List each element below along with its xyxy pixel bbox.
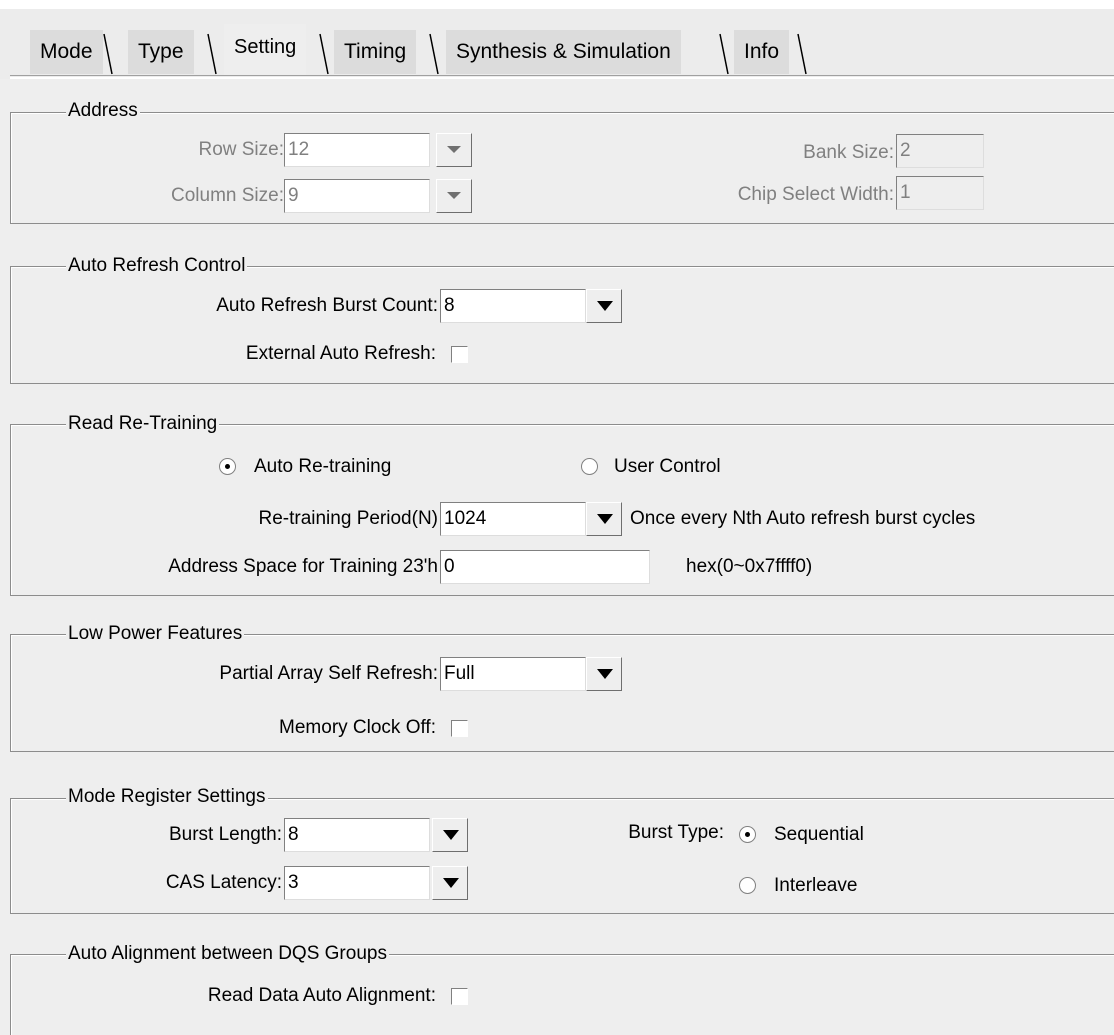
auto-alignment-group-title: Auto Alignment between DQS Groups	[66, 943, 389, 965]
row-size-field[interactable]: 12	[284, 133, 430, 167]
tab-separator	[719, 33, 729, 75]
read-data-auto-alignment-checkbox[interactable]	[451, 988, 468, 1005]
retraining-period-label: Re-training Period(N)	[258, 508, 438, 529]
burst-type-label: Burst Type:	[628, 822, 724, 843]
cas-latency-dropdown-icon[interactable]	[432, 866, 468, 900]
tab-separator	[797, 33, 807, 75]
training-address-note: hex(0~0x7ffff0)	[686, 556, 813, 577]
low-power-group-title: Low Power Features	[66, 623, 245, 645]
chip-select-width-field[interactable]: 1	[896, 176, 984, 210]
burst-count-field[interactable]: 8	[440, 289, 586, 323]
tab-divider	[10, 75, 1114, 76]
pasr-field[interactable]: Full	[440, 657, 586, 691]
tab-mode[interactable]: Mode	[30, 30, 103, 74]
retraining-period-field[interactable]: 1024	[440, 502, 586, 536]
pasr-label: Partial Array Self Refresh:	[219, 663, 438, 684]
interleave-radio[interactable]	[739, 877, 756, 894]
address-group-title: Address	[66, 100, 140, 122]
column-size-field[interactable]: 9	[284, 179, 430, 213]
tab-separator	[429, 33, 439, 75]
external-auto-refresh-label: External Auto Refresh:	[245, 343, 436, 364]
cas-latency-field[interactable]: 3	[284, 866, 430, 900]
tab-divider-highlight	[10, 77, 1114, 79]
auto-refresh-group-title: Auto Refresh Control	[66, 255, 248, 277]
top-band	[0, 0, 1114, 9]
interleave-label: Interleave	[774, 875, 858, 896]
user-control-radio[interactable]	[581, 458, 598, 475]
tab-separator	[207, 33, 217, 75]
tab-info[interactable]: Info	[734, 30, 790, 74]
burst-count-label: Auto Refresh Burst Count:	[216, 295, 438, 316]
burst-count-dropdown-icon[interactable]	[586, 289, 622, 323]
auto-retraining-label: Auto Re-training	[254, 456, 392, 477]
cas-latency-label: CAS Latency:	[165, 872, 282, 893]
retraining-period-dropdown-icon[interactable]	[586, 502, 622, 536]
burst-length-label: Burst Length:	[168, 824, 282, 845]
column-size-label: Column Size:	[171, 185, 284, 206]
tab-separator	[319, 33, 329, 75]
tab-separator	[103, 33, 113, 75]
mode-register-group-title: Mode Register Settings	[66, 786, 268, 808]
memory-clock-off-checkbox[interactable]	[451, 720, 468, 737]
tab-synthesis-simulation[interactable]: Synthesis & Simulation	[446, 30, 681, 74]
tab-setting[interactable]: Setting	[224, 24, 307, 76]
user-control-label: User Control	[614, 456, 721, 477]
bank-size-field[interactable]: 2	[896, 134, 984, 168]
tab-timing[interactable]: Timing	[334, 30, 417, 74]
chip-select-width-label: Chip Select Width:	[737, 184, 894, 205]
retraining-period-note: Once every Nth Auto refresh burst cycles	[630, 508, 976, 529]
sequential-radio[interactable]	[739, 826, 756, 843]
read-retraining-group-title: Read Re-Training	[66, 413, 220, 435]
tab-type[interactable]: Type	[128, 30, 194, 74]
training-address-field[interactable]: 0	[440, 550, 650, 584]
external-auto-refresh-checkbox[interactable]	[451, 346, 468, 363]
pasr-dropdown-icon[interactable]	[586, 657, 622, 691]
training-address-label: Address Space for Training 23'h	[168, 556, 438, 577]
burst-length-dropdown-icon[interactable]	[432, 818, 468, 852]
memory-clock-off-label: Memory Clock Off:	[279, 717, 436, 738]
row-size-label: Row Size:	[198, 139, 284, 160]
row-size-dropdown-icon[interactable]	[436, 133, 472, 167]
auto-retraining-radio[interactable]	[219, 458, 236, 475]
read-data-auto-alignment-label: Read Data Auto Alignment:	[207, 985, 436, 1006]
sequential-label: Sequential	[774, 824, 864, 845]
column-size-dropdown-icon[interactable]	[436, 179, 472, 213]
burst-length-field[interactable]: 8	[284, 818, 430, 852]
bank-size-label: Bank Size:	[803, 142, 894, 163]
